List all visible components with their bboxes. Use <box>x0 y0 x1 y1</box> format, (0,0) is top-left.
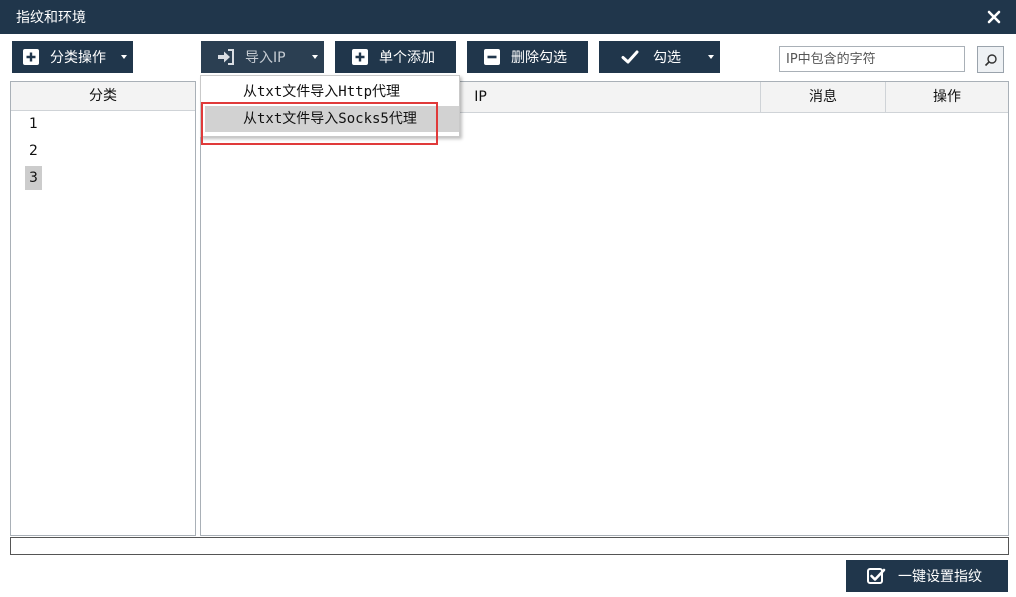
delete-checked-button[interactable]: 删除勾选 <box>467 41 588 73</box>
window: 指纹和环境 分类操作 导入IP 单个添加 删除勾选 勾选 IP中包含的字符 分类… <box>0 0 1016 597</box>
checkbox-checked-icon <box>866 566 886 586</box>
category-item-1[interactable]: 1 <box>25 112 42 136</box>
status-bar <box>10 537 1009 555</box>
category-panel: 分类 1 2 3 <box>10 81 196 536</box>
chevron-down-icon <box>708 55 714 59</box>
check-icon <box>621 48 639 66</box>
sign-in-icon <box>217 48 235 66</box>
import-ip-label: 导入IP <box>245 50 286 66</box>
category-ops-button[interactable]: 分类操作 <box>12 41 133 73</box>
delete-checked-label: 删除勾选 <box>511 50 567 66</box>
search-icon <box>984 53 998 67</box>
column-header-action[interactable]: 操作 <box>885 82 1008 112</box>
check-label: 勾选 <box>653 50 681 66</box>
category-header: 分类 <box>11 82 195 111</box>
window-title: 指纹和环境 <box>16 10 86 26</box>
category-item-2[interactable]: 2 <box>25 139 42 163</box>
chevron-down-icon <box>312 55 318 59</box>
plus-square-icon <box>351 48 369 66</box>
category-item-3[interactable]: 3 <box>25 166 42 190</box>
check-button[interactable]: 勾选 <box>599 41 720 73</box>
column-header-message[interactable]: 消息 <box>760 82 885 112</box>
import-ip-button[interactable]: 导入IP <box>201 41 324 73</box>
import-dropdown-menu: 从txt文件导入Http代理 从txt文件导入Socks5代理 <box>200 75 460 137</box>
category-ops-label: 分类操作 <box>50 50 106 66</box>
add-single-label: 单个添加 <box>379 50 435 66</box>
minus-square-icon <box>483 48 501 66</box>
add-single-button[interactable]: 单个添加 <box>335 41 456 73</box>
search-button[interactable] <box>977 46 1004 73</box>
close-icon[interactable] <box>986 9 1002 25</box>
one-click-fingerprint-label: 一键设置指纹 <box>898 569 982 585</box>
one-click-fingerprint-button[interactable]: 一键设置指纹 <box>846 560 1008 592</box>
chevron-down-icon <box>121 55 127 59</box>
search-input[interactable] <box>779 46 965 72</box>
title-bar: 指纹和环境 <box>0 0 1016 34</box>
menu-item-import-socks5[interactable]: 从txt文件导入Socks5代理 <box>205 106 459 132</box>
ip-table: IP 消息 操作 <box>200 81 1009 536</box>
menu-item-import-http[interactable]: 从txt文件导入Http代理 <box>205 79 459 105</box>
plus-square-icon <box>22 48 40 66</box>
